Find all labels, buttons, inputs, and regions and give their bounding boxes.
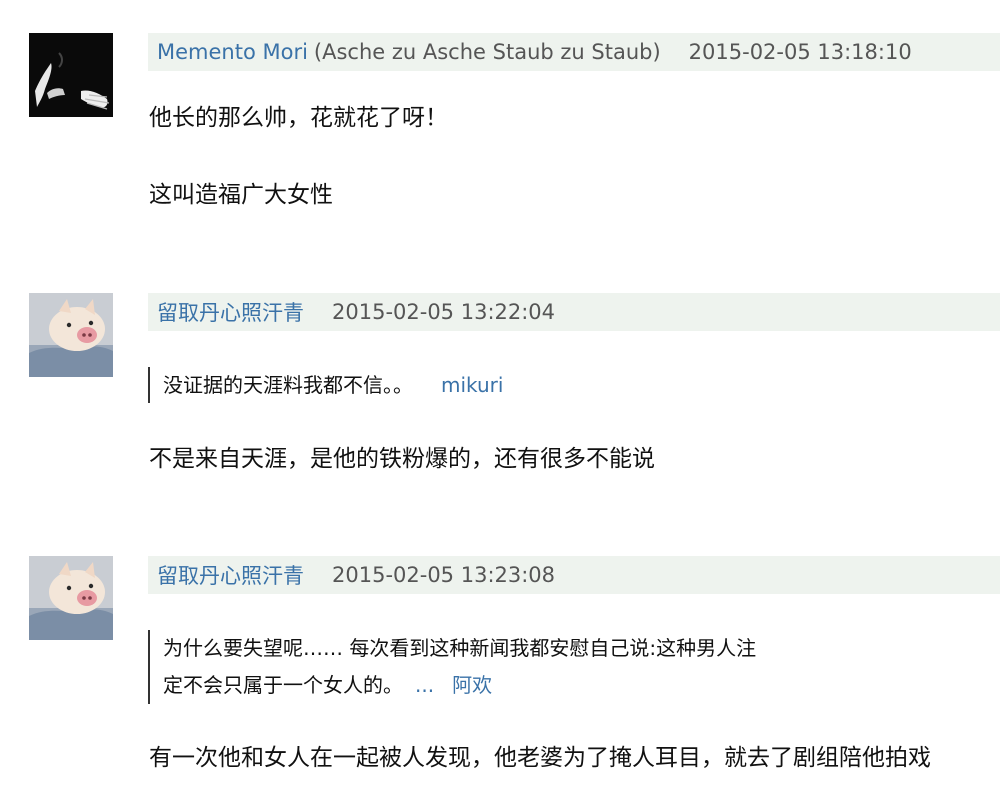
comment-text: 有一次他和女人在一起被人发现，他老婆为了掩人耳目，就去了剧组陪他拍戏 (149, 745, 931, 771)
quote-text-line: 定不会只属于一个女人的。... 阿欢 (163, 667, 756, 704)
comment-header: Memento Mori (Asche zu Asche Staub zu St… (148, 33, 1000, 71)
quote-block: 为什么要失望呢…… 每次看到这种新闻我都安慰自己说:这种男人注 定不会只属于一个… (148, 630, 756, 704)
author-alias: (Asche zu Asche Staub zu Staub) (313, 40, 661, 64)
quote-text: 定不会只属于一个女人的。 (163, 673, 403, 697)
author-link[interactable]: 留取丹心照汗青 (157, 297, 304, 327)
comment-text: 他长的那么帅，花就花了呀！ (149, 105, 448, 131)
quote-author-link[interactable]: 阿欢 (452, 673, 492, 697)
comment-text: 不是来自天涯，是他的铁粉爆的，还有很多不能说 (149, 446, 655, 472)
hands-avatar-image (29, 33, 113, 117)
avatar[interactable] (29, 556, 113, 640)
quote-text-line: 为什么要失望呢…… 每次看到这种新闻我都安慰自己说:这种男人注 (163, 636, 757, 660)
timestamp: 2015-02-05 13:23:08 (332, 563, 556, 587)
timestamp: 2015-02-05 13:22:04 (332, 300, 556, 324)
author-link[interactable]: Memento Mori (157, 40, 308, 64)
piglet-avatar-image (29, 293, 113, 377)
quote-more-link[interactable]: ... (415, 673, 434, 697)
comment-header: 留取丹心照汗青 2015-02-05 13:22:04 (148, 293, 1000, 331)
comment-text: 这叫造福广大女性 (149, 182, 333, 208)
quote-block: 没证据的天涯料我都不信。。 mikuri (148, 367, 503, 403)
avatar[interactable] (29, 293, 113, 377)
quote-author-link[interactable]: mikuri (441, 373, 503, 397)
comment-header: 留取丹心照汗青 2015-02-05 13:23:08 (148, 556, 1000, 594)
avatar[interactable] (29, 33, 113, 117)
piglet-avatar-image (29, 556, 113, 640)
timestamp: 2015-02-05 13:18:10 (688, 40, 912, 64)
author-link[interactable]: 留取丹心照汗青 (157, 560, 304, 590)
quote-text: 没证据的天涯料我都不信。。 (163, 373, 413, 397)
